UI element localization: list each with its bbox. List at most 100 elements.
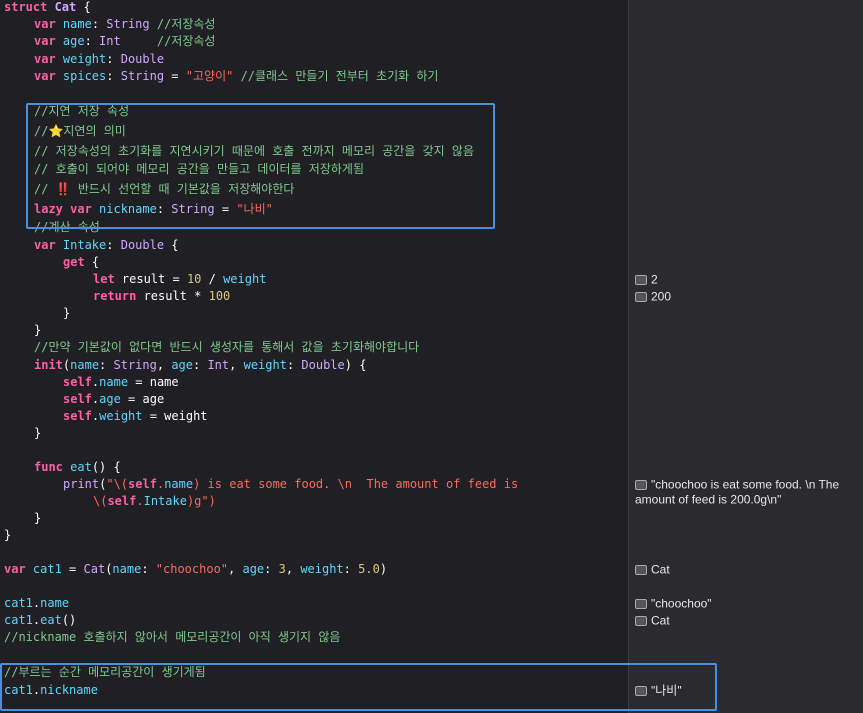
code-token: self xyxy=(128,477,157,491)
code-token: Intake xyxy=(62,238,107,252)
code-token: Cat xyxy=(54,0,77,14)
code-token: : xyxy=(106,52,121,66)
code-token: = xyxy=(164,69,186,83)
code-token: //저장속성 xyxy=(120,34,216,48)
result-value[interactable]: 2 xyxy=(635,272,850,287)
code-token: } xyxy=(34,323,42,337)
code-token: { xyxy=(164,238,179,252)
code-token: "choochoo" xyxy=(155,562,229,576)
code-line[interactable]: var spices: String = "고양이" //클래스 만들기 전부터… xyxy=(34,68,438,85)
result-text: Cat xyxy=(651,613,670,628)
code-token: = xyxy=(61,562,84,576)
code-token: Cat xyxy=(83,562,106,576)
code-token: "고양이" xyxy=(185,69,234,83)
quick-look-icon[interactable] xyxy=(635,291,647,302)
code-token: name xyxy=(62,17,92,31)
code-token: get xyxy=(63,255,85,269)
result-value[interactable]: Cat xyxy=(635,613,850,628)
code-token: : xyxy=(106,238,121,252)
quick-look-icon[interactable] xyxy=(635,564,647,575)
code-line[interactable]: } xyxy=(34,425,41,442)
code-token: "\( xyxy=(106,477,129,491)
code-token: Int xyxy=(99,34,121,48)
code-token: = age xyxy=(120,392,165,406)
code-line[interactable]: var age: Int //저장속성 xyxy=(34,33,215,50)
code-token: ) is eat some food. \n The amount of fee… xyxy=(193,477,519,491)
code-line[interactable]: } xyxy=(34,510,41,527)
code-token: : xyxy=(99,358,114,372)
code-line[interactable]: return result * 100 xyxy=(93,288,230,305)
code-token: var xyxy=(34,69,63,83)
code-token: : xyxy=(91,17,107,31)
quick-look-icon[interactable] xyxy=(635,615,647,626)
code-token: } xyxy=(34,426,42,440)
quick-look-icon[interactable] xyxy=(635,598,647,609)
code-line[interactable]: self.name = name xyxy=(63,374,179,391)
code-line[interactable]: var weight: Double xyxy=(34,51,164,68)
quick-look-icon[interactable] xyxy=(635,274,647,285)
code-token: result * xyxy=(143,289,209,303)
code-token: //클래스 만들기 전부터 초기화 하기 xyxy=(233,69,439,83)
code-token: var xyxy=(4,562,33,576)
results-sidebar: 2 200 "choochoo is eat some food. \n The a… xyxy=(628,0,863,713)
code-token: weight xyxy=(62,52,107,66)
code-line[interactable]: } xyxy=(34,322,41,339)
code-token: eat xyxy=(40,613,62,627)
code-token: 10 xyxy=(186,272,202,286)
code-line[interactable]: } xyxy=(4,527,11,544)
code-line[interactable]: \(self.Intake)g") xyxy=(93,493,216,510)
code-line[interactable]: print("\(self.name) is eat some food. \n… xyxy=(63,476,518,493)
code-token: , xyxy=(228,562,243,576)
code-token: : xyxy=(193,358,208,372)
code-token: name xyxy=(40,596,70,610)
code-token: struct xyxy=(4,0,55,14)
result-value[interactable]: Cat xyxy=(635,562,850,577)
code-token: : xyxy=(286,358,302,372)
code-line[interactable]: } xyxy=(63,305,70,322)
code-token: \( xyxy=(93,494,108,508)
result-value[interactable]: "choochoo is eat some food. \n The amoun… xyxy=(635,477,850,508)
quick-look-icon[interactable] xyxy=(635,479,647,490)
code-token: 5.0 xyxy=(358,562,380,576)
code-token: self xyxy=(107,494,137,508)
code-line[interactable]: var name: String //저장속성 xyxy=(34,16,215,33)
lazy-property-highlight-box xyxy=(26,103,495,229)
code-line[interactable]: cat1.name xyxy=(4,595,69,612)
code-line[interactable]: func eat() { xyxy=(34,459,121,476)
code-token: Double xyxy=(120,238,165,252)
code-token: var xyxy=(34,52,63,66)
code-line[interactable]: cat1.eat() xyxy=(4,612,76,629)
code-token: cat1 xyxy=(4,596,33,610)
code-line[interactable]: self.weight = weight xyxy=(63,408,208,425)
code-token: String xyxy=(120,69,165,83)
code-token: Int xyxy=(207,358,230,372)
code-line[interactable]: //nickname 호출하지 않아서 메모리공간이 아직 생기지 않음 xyxy=(4,629,340,646)
code-token: : xyxy=(84,34,100,48)
code-line[interactable]: var cat1 = Cat(name: "choochoo", age: 3,… xyxy=(4,561,387,578)
code-line[interactable]: let result = 10 / weight xyxy=(93,271,266,288)
code-token: } xyxy=(34,511,42,525)
code-token: var xyxy=(34,34,63,48)
code-token: self xyxy=(63,409,92,423)
code-token: name xyxy=(164,477,194,491)
code-token: self xyxy=(63,392,92,406)
code-token: eat xyxy=(70,460,92,474)
code-token: var xyxy=(34,238,63,252)
code-token: } xyxy=(63,306,71,320)
code-line[interactable]: self.age = age xyxy=(63,391,164,408)
code-token: : xyxy=(106,69,121,83)
code-token: cat1 xyxy=(4,613,33,627)
result-value[interactable]: 200 xyxy=(635,289,850,304)
code-token: () xyxy=(61,613,77,627)
code-line[interactable]: var Intake: Double { xyxy=(34,237,179,254)
code-token: String xyxy=(106,17,150,31)
code-line[interactable]: //만약 기본값이 없다면 반드시 생성자를 통해서 값을 초기화해야합니다 xyxy=(34,339,419,356)
code-token: Intake xyxy=(143,494,187,508)
code-token: age xyxy=(99,392,121,406)
code-line[interactable]: struct Cat { xyxy=(4,0,91,16)
code-token: , xyxy=(229,358,244,372)
code-line[interactable]: get { xyxy=(63,254,99,271)
code-line[interactable]: init(name: String, age: Int, weight: Dou… xyxy=(34,357,366,374)
result-value[interactable]: "choochoo" xyxy=(635,596,850,611)
result-text: 2 xyxy=(651,272,658,287)
